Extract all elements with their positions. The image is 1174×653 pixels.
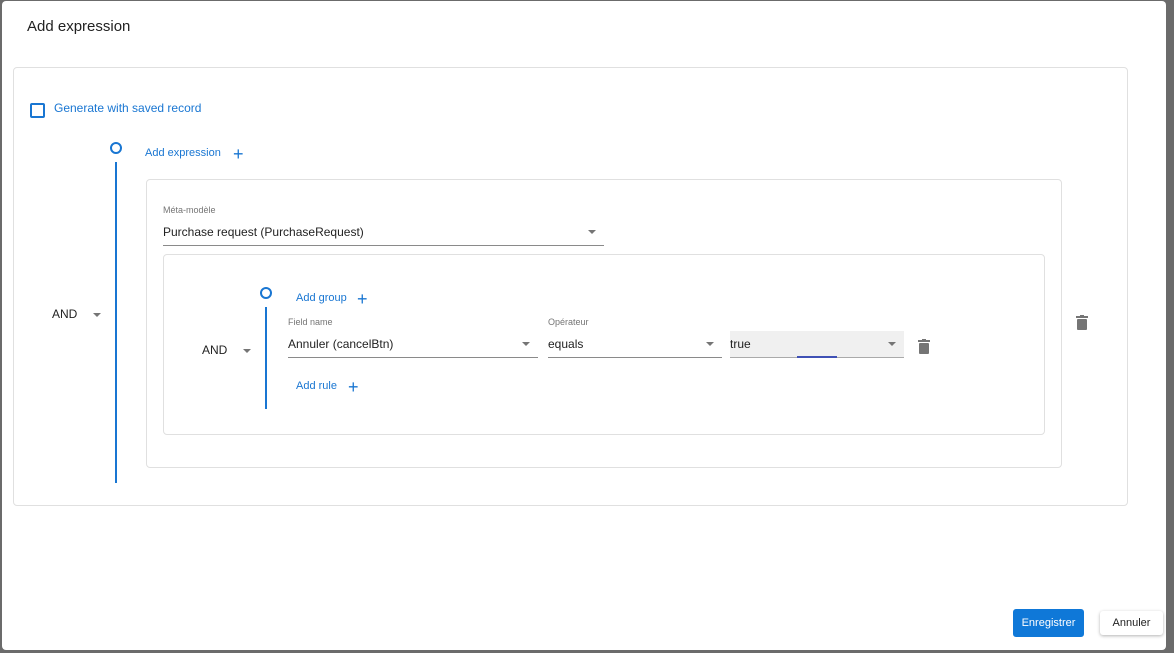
value-text: true [730,337,751,351]
chevron-down-icon [888,342,896,346]
cancel-button[interactable]: Annuler [1100,611,1163,635]
delete-expression-icon[interactable] [1076,315,1088,330]
add-group-link[interactable]: Add group [296,292,347,304]
dialog-title: Add expression [27,18,131,35]
delete-rule-icon[interactable] [918,339,930,354]
root-combinator-select[interactable]: AND [52,307,101,321]
root-tree-line [115,162,117,483]
chevron-down-icon [588,230,596,234]
add-expression-plus-icon[interactable]: + [233,145,244,163]
operator-select[interactable]: equals [548,331,722,358]
operator-label: Opérateur [548,317,589,327]
add-rule-plus-icon[interactable]: + [348,378,359,396]
group-combinator-value: AND [202,343,228,357]
root-combinator-value: AND [52,307,78,321]
generate-with-saved-record-checkbox[interactable] [30,103,45,118]
field-name-label: Field name [288,317,333,327]
operator-value: equals [548,337,584,351]
add-rule-link[interactable]: Add rule [296,380,337,392]
chevron-down-icon [242,348,251,353]
field-name-value: Annuler (cancelBtn) [288,337,394,351]
group-combinator-select[interactable]: AND [202,343,251,357]
field-name-select[interactable]: Annuler (cancelBtn) [288,331,538,358]
add-expression-dialog: Add expression Generate with saved recor… [2,1,1166,650]
focus-underline [797,356,837,358]
group-tree-line [265,307,267,409]
generate-with-saved-record-label[interactable]: Generate with saved record [54,101,201,115]
chevron-down-icon [92,312,101,317]
root-node-circle-icon [110,142,122,154]
value-select[interactable]: true [730,331,904,358]
meta-model-select[interactable]: Purchase request (PurchaseRequest) [163,219,604,246]
save-button[interactable]: Enregistrer [1013,609,1084,637]
meta-model-label: Méta-modèle [163,205,216,215]
add-expression-link[interactable]: Add expression [145,147,221,159]
chevron-down-icon [522,342,530,346]
group-node-circle-icon [260,287,272,299]
meta-model-value: Purchase request (PurchaseRequest) [163,225,364,239]
chevron-down-icon [706,342,714,346]
add-group-plus-icon[interactable]: + [357,290,368,308]
